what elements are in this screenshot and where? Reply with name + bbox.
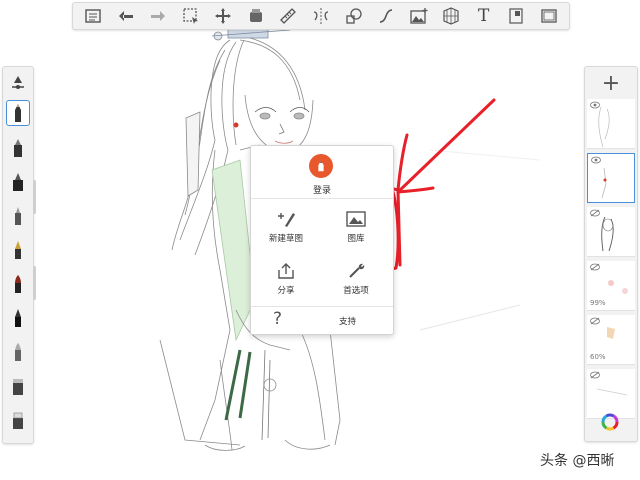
ruler-icon[interactable]: [276, 4, 300, 28]
preferences-button[interactable]: 首选项: [321, 256, 391, 300]
shapes-icon[interactable]: [342, 4, 366, 28]
curve-icon[interactable]: [374, 4, 398, 28]
new-sketch-icon: [278, 213, 295, 227]
share-button[interactable]: 分享: [251, 256, 321, 300]
preferences-icon: [349, 263, 365, 278]
pencil-logo-icon: [318, 160, 324, 172]
text-icon[interactable]: T: [472, 4, 496, 28]
ink-brush-icon[interactable]: [6, 271, 30, 297]
top-toolbar: T: [72, 2, 570, 30]
brush-palette: [2, 66, 34, 444]
paint-brush-icon[interactable]: [6, 339, 30, 365]
avatar[interactable]: [309, 154, 333, 178]
gallery-icon: [346, 211, 366, 227]
brush-bar-handle[interactable]: [33, 180, 36, 214]
support-label: 支持: [339, 317, 357, 327]
login-label[interactable]: 登录: [251, 183, 393, 196]
symmetry-stencil-icon[interactable]: [244, 4, 268, 28]
layer-thumbnail[interactable]: [587, 153, 635, 203]
ballpoint-icon[interactable]: [6, 169, 30, 195]
fountain-pen-icon[interactable]: [6, 237, 30, 263]
preferences-label: 首选项: [343, 286, 369, 296]
selection-icon[interactable]: [179, 4, 203, 28]
gallery-button[interactable]: 图库: [321, 204, 391, 248]
share-icon: [278, 263, 294, 279]
new-sketch-label: 新建草图: [268, 234, 303, 244]
redo-icon[interactable]: [146, 4, 170, 28]
eraser-icon[interactable]: [6, 373, 30, 399]
layer-opacity: 60%: [590, 353, 606, 361]
layer-thumbnail[interactable]: 60%: [587, 315, 635, 365]
brush-bar-handle[interactable]: [33, 266, 36, 300]
add-layer-button[interactable]: +: [585, 67, 637, 99]
calligraphy-icon[interactable]: [6, 305, 30, 331]
layer-opacity: 99%: [590, 299, 606, 307]
layer-thumbnail[interactable]: [587, 99, 635, 149]
share-label: 分享: [277, 286, 295, 296]
adjust-icon[interactable]: [6, 71, 30, 97]
perspective-grid-icon[interactable]: [439, 4, 463, 28]
gallery-label: 图库: [347, 234, 365, 244]
layer-panel: + 99% 60%: [584, 66, 638, 442]
watermark: 头条 @西晰: [540, 453, 615, 469]
airbrush-icon[interactable]: [6, 203, 30, 229]
support-button[interactable]: ? 支持: [251, 306, 393, 335]
color-wheel-icon[interactable]: [599, 411, 621, 433]
list-icon[interactable]: [81, 4, 105, 28]
new-sketch-button[interactable]: 新建草图: [251, 204, 321, 248]
layer-thumbnail[interactable]: [587, 207, 635, 257]
smudge-icon[interactable]: [6, 407, 30, 433]
transform-icon[interactable]: [211, 4, 235, 28]
marker-icon[interactable]: [6, 135, 30, 161]
fill-icon[interactable]: [504, 4, 528, 28]
help-icon: ?: [273, 309, 283, 329]
fullscreen-icon[interactable]: [537, 4, 561, 28]
image-import-icon[interactable]: [407, 4, 431, 28]
layer-thumbnail[interactable]: 99%: [587, 261, 635, 311]
login-section[interactable]: 登录: [251, 146, 393, 199]
undo-icon[interactable]: [114, 4, 138, 28]
mirror-icon[interactable]: [309, 4, 333, 28]
pencil-icon[interactable]: [6, 100, 30, 126]
main-menu-popup: 登录 新建草图 图库 分享 首选项 ? 支持: [250, 145, 394, 335]
